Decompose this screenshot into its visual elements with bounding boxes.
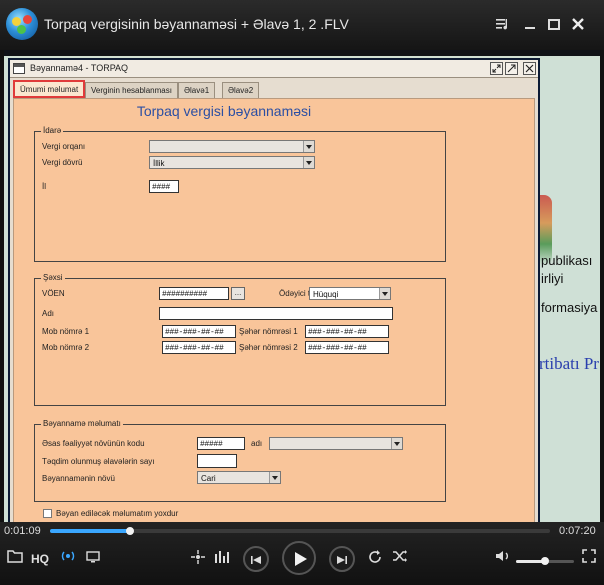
- hq-button[interactable]: HQ: [28, 549, 52, 569]
- fullscreen-icon[interactable]: [580, 549, 598, 569]
- repeat-icon[interactable]: [366, 549, 384, 569]
- sexsi-legend: Şəxsi: [41, 273, 65, 282]
- idare-legend: İdarə: [41, 126, 64, 135]
- no-data-label: Bəyan ediləcək məlumatım yoxdur: [56, 509, 179, 518]
- kod-adi-select[interactable]: [269, 437, 403, 450]
- odeyici-tipi-select[interactable]: Hüquqi: [309, 287, 391, 300]
- adi-input[interactable]: [159, 307, 393, 320]
- voen-label: VÖEN: [42, 289, 65, 298]
- general-info-panel: Torpaq vergisi bəyannaməsi İdarə Vergi o…: [13, 98, 535, 522]
- seek-bar[interactable]: [50, 527, 550, 535]
- chevron-down-icon: [303, 157, 314, 168]
- sexsi-group: Şəxsi VÖEN ########## ... Ödəyici tipi H…: [34, 273, 446, 406]
- elave-sayi-label: Təqdim olunmuş əlavələrin sayı: [42, 457, 155, 466]
- elave-sayi-input[interactable]: [197, 454, 237, 468]
- next-icon[interactable]: [329, 546, 355, 572]
- mob1-input[interactable]: ###-###-##-##: [162, 325, 236, 338]
- tab-elave2[interactable]: Əlavə2: [222, 82, 260, 98]
- seek-handle[interactable]: [126, 527, 134, 535]
- declaration-window: Bəyannamə4 - TORPAQ Ümumi məlumat Vergin…: [8, 58, 540, 522]
- tab-elave1[interactable]: Əlavə1: [178, 82, 216, 98]
- voen-lookup-button[interactable]: ...: [231, 287, 245, 300]
- adi-label: Adı: [42, 309, 55, 318]
- mob2-label: Mob nömrə 2: [42, 343, 90, 352]
- background-text-4: rtibatı Pr: [539, 354, 599, 373]
- beyanname-legend: Bəyannamə məlumatı: [41, 419, 123, 428]
- vergi-orqani-label: Vergi orqanı: [42, 142, 86, 151]
- beyanname-novu-label: Bəyannamənin növü: [42, 474, 115, 483]
- volume-slider[interactable]: [516, 557, 574, 565]
- playlist-icon[interactable]: [494, 16, 512, 34]
- window-maximize-icon[interactable]: [505, 62, 518, 75]
- window-title-bar[interactable]: Bəyannamə4 - TORPAQ: [10, 60, 538, 78]
- voen-input[interactable]: ##########: [159, 287, 229, 300]
- tab-verginin-hesablanmasi[interactable]: Verginin hesablanması: [85, 82, 178, 98]
- il-input[interactable]: ####: [149, 180, 179, 193]
- volume-handle[interactable]: [541, 557, 549, 565]
- chevron-down-icon: [391, 438, 402, 449]
- background-text-1: publikası: [541, 253, 593, 268]
- minimize-icon[interactable]: [521, 16, 539, 34]
- beyanname-group: Bəyannamə məlumatı Əsas fəaliyyət növünü…: [34, 419, 446, 502]
- previous-icon[interactable]: [243, 546, 269, 572]
- il-label: İl: [42, 182, 46, 191]
- screen-icon[interactable]: [84, 549, 102, 569]
- mob1-label: Mob nömrə 1: [42, 327, 90, 336]
- beyanname-novu-select[interactable]: Cari: [197, 471, 281, 484]
- window-icon: [13, 63, 25, 74]
- maximize-icon[interactable]: [545, 16, 563, 34]
- shuffle-icon[interactable]: [391, 549, 409, 569]
- effects-icon[interactable]: [189, 549, 207, 569]
- idare-group: İdarə Vergi orqanı Vergi dövrü İllik İl …: [34, 126, 446, 262]
- seek-progress: [50, 529, 130, 533]
- seher2-label: Şəhər nömrəsi 2: [239, 343, 298, 352]
- seher1-input[interactable]: ###-###-##-##: [305, 325, 389, 338]
- no-data-checkbox[interactable]: [43, 509, 52, 518]
- volume-icon[interactable]: [494, 549, 512, 569]
- mob2-input[interactable]: ###-###-##-##: [162, 341, 236, 354]
- vergi-dovru-label: Vergi dövrü: [42, 158, 83, 167]
- window-title: Bəyannamə4 - TORPAQ: [30, 63, 129, 73]
- seher1-label: Şəhər nömrəsi 1: [239, 327, 298, 336]
- chevron-down-icon: [303, 141, 314, 152]
- seher2-input[interactable]: ###-###-##-##: [305, 341, 389, 354]
- play-icon[interactable]: [282, 541, 316, 575]
- chevron-down-icon: [269, 472, 280, 483]
- total-time: 0:07:20: [559, 525, 596, 537]
- tab-umumi-melumat[interactable]: Ümumi məlumat: [13, 80, 86, 98]
- background-text-2: irliyi: [541, 271, 564, 286]
- kod-label: Əsas fəaliyyət növünün kodu: [42, 439, 145, 448]
- media-player: Torpaq vergisinin bəyannaməsi + Əlavə 1,…: [0, 0, 604, 585]
- player-title: Torpaq vergisinin bəyannaməsi + Əlavə 1,…: [44, 16, 349, 32]
- folder-icon[interactable]: [6, 549, 24, 569]
- video-area[interactable]: publikası irliyi formasiya rtibatı Pr Bə…: [0, 50, 604, 522]
- vergi-dovru-select[interactable]: İllik: [149, 156, 315, 169]
- window-restore-icon[interactable]: [490, 62, 503, 75]
- vergi-orqani-select[interactable]: [149, 140, 315, 153]
- equalizer-icon[interactable]: [213, 549, 231, 569]
- broadcast-icon[interactable]: [59, 549, 77, 569]
- chevron-down-icon: [379, 288, 390, 299]
- close-icon[interactable]: [569, 16, 587, 34]
- app-logo-icon[interactable]: [6, 8, 38, 40]
- form-title: Torpaq vergisi bəyannaməsi: [136, 103, 312, 119]
- current-time: 0:01:09: [4, 525, 41, 537]
- kod-input[interactable]: #####: [197, 437, 245, 450]
- background-text-3: formasiya: [541, 300, 598, 315]
- kod-adi-label: adı: [251, 439, 263, 448]
- player-title-bar[interactable]: Torpaq vergisinin bəyannaməsi + Əlavə 1,…: [0, 0, 604, 50]
- window-close-icon[interactable]: [523, 62, 536, 75]
- tab-bar: Ümumi məlumat Verginin hesablanması Əlav…: [10, 80, 538, 98]
- playback-controls: 0:01:09 0:07:20 HQ: [0, 522, 604, 585]
